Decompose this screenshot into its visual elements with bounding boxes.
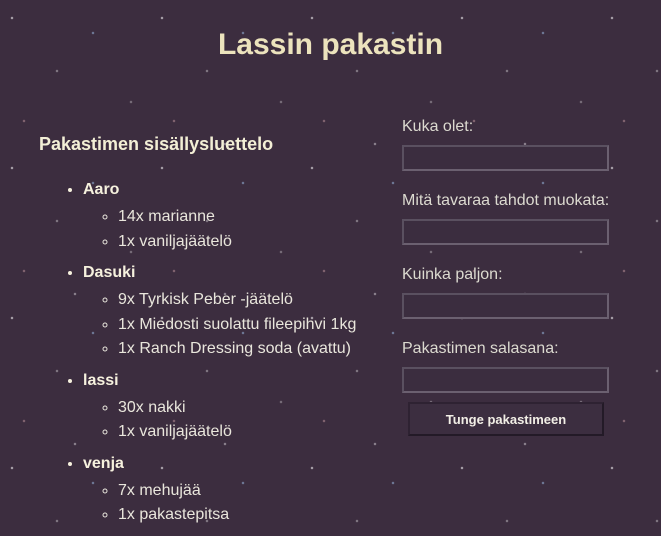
owner-name: Dasuki xyxy=(83,264,136,281)
owner-name: lassi xyxy=(83,371,119,389)
list-item: 1x Miedosti suolattu fileepihvi 1kg xyxy=(118,313,413,338)
item-list: 9x Tyrkisk Peber -jäätelö 1x Miedosti su… xyxy=(83,288,413,362)
item-label: Mitä tavaraa tahdot muokata: xyxy=(402,192,610,209)
list-item: 9x Tyrkisk Peber -jäätelö xyxy=(118,288,413,313)
list-item: 1x Ranch Dressing soda (avattu) xyxy=(118,337,413,362)
amount-label: Kuinka paljon: xyxy=(402,266,503,283)
password-input[interactable] xyxy=(402,367,609,393)
freezer-form: Kuka olet: Mitä tavaraa tahdot muokata: … xyxy=(402,117,632,413)
list-item: 1x vaniljajäätelö xyxy=(118,230,413,255)
owner-item: Aaro 14x marianne 1x vaniljajäätelö xyxy=(83,179,413,254)
list-item: 1x pakastepitsa xyxy=(118,503,413,528)
list-item: 7x mehujää xyxy=(118,479,413,504)
owner-name: venja xyxy=(83,454,124,472)
owner-item: venja 7x mehujää 1x pakastepitsa xyxy=(83,453,413,528)
list-item: 30x nakki xyxy=(118,396,413,421)
item-list: 30x nakki 1x vaniljajäätelö xyxy=(83,396,413,445)
item-list: 14x marianne 1x vaniljajäätelö xyxy=(83,205,413,254)
who-input[interactable] xyxy=(402,145,609,171)
list-item: 14x marianne xyxy=(118,205,413,230)
who-label: Kuka olet: xyxy=(402,118,474,135)
submit-button[interactable]: Tunge pakastimeen xyxy=(408,402,604,436)
amount-input[interactable] xyxy=(402,293,609,319)
owner-item: Dasuki 9x Tyrkisk Peber -jäätelö 1x Mied… xyxy=(83,262,413,362)
owner-name: Aaro xyxy=(83,181,120,198)
password-label: Pakastimen salasana: xyxy=(402,340,559,357)
inventory-heading: Pakastimen sisällysluettelo xyxy=(39,134,274,154)
item-list: 7x mehujää 1x pakastepitsa xyxy=(83,479,413,528)
owner-list: Aaro 14x marianne 1x vaniljajäätelö Dasu… xyxy=(38,179,413,536)
item-input[interactable] xyxy=(402,219,609,245)
owner-item: lassi 30x nakki 1x vaniljajäätelö xyxy=(83,370,413,445)
page-title: Lassin pakastin xyxy=(217,28,444,61)
list-item: 1x vaniljajäätelö xyxy=(118,420,413,445)
